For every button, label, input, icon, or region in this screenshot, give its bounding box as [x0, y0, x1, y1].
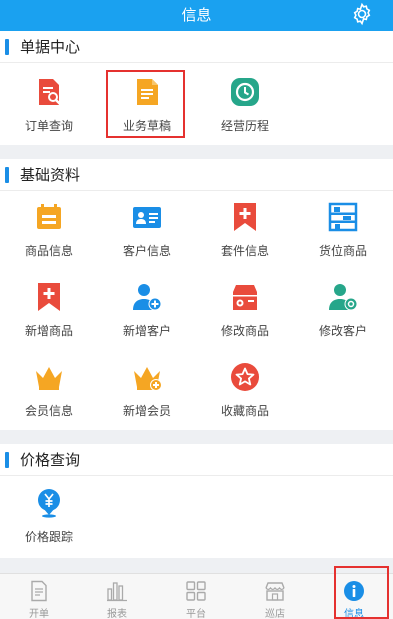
section-accent-bar	[5, 39, 9, 55]
section-divider	[0, 430, 393, 444]
price-location-icon	[38, 489, 60, 518]
tile-add-product[interactable]: 新增商品	[0, 282, 98, 352]
order-query-icon	[39, 79, 62, 106]
tab-label: 开单	[29, 609, 49, 619]
bookmark-plus-icon	[38, 283, 60, 311]
tab-label: 平台	[186, 609, 206, 619]
section-accent-bar	[5, 167, 9, 183]
tile-location-products[interactable]: 货位商品	[294, 202, 392, 272]
customer-card-icon	[133, 207, 161, 228]
edit-product-box-icon	[233, 285, 257, 310]
settings-gear-icon[interactable]	[350, 2, 374, 26]
tile-label: 收藏商品	[220, 404, 269, 418]
section-title-price: 价格查询	[20, 451, 81, 469]
tile-add-customer[interactable]: 新增客户	[98, 282, 196, 352]
crown-add-icon	[134, 367, 162, 391]
crown-icon	[36, 367, 62, 390]
tile-kit-info[interactable]: 套件信息	[196, 202, 294, 272]
tile-label: 订单查询	[24, 119, 73, 133]
tile-edit-product[interactable]: 修改商品	[196, 282, 294, 352]
tile-business-history[interactable]: 经营历程	[196, 77, 294, 147]
tile-edit-customer[interactable]: 修改客户	[294, 282, 392, 352]
section-title-orders: 单据中心	[20, 38, 81, 56]
app-header: 信息	[0, 0, 393, 31]
tile-label: 价格跟踪	[24, 530, 73, 544]
section-title-basics: 基础资料	[20, 166, 81, 184]
tile-add-member[interactable]: 新增会员	[98, 362, 196, 432]
tile-order-query[interactable]: 订单查询	[0, 77, 98, 147]
tile-customer-info[interactable]: 客户信息	[98, 202, 196, 272]
section-header-orders: 单据中心	[0, 31, 393, 63]
tile-label: 新增客户	[122, 324, 171, 338]
user-settings-icon	[329, 284, 358, 311]
shelf-icon	[328, 202, 358, 232]
section-header-basics: 基础资料	[0, 159, 393, 191]
tile-product-info[interactable]: 商品信息	[0, 202, 98, 272]
tile-label: 修改客户	[318, 324, 367, 338]
user-add-icon	[133, 284, 162, 311]
highlight-box	[334, 566, 389, 619]
bar-chart-icon	[107, 582, 127, 602]
section-header-price: 价格查询	[0, 444, 393, 476]
grid-icon	[186, 581, 206, 601]
tile-label: 修改商品	[220, 324, 269, 338]
page-title: 信息	[181, 6, 212, 24]
clock-history-icon	[231, 78, 259, 106]
tile-favorite-products[interactable]: 收藏商品	[196, 362, 294, 432]
tab-store-patrol[interactable]: 巡店	[236, 574, 314, 619]
tab-reports[interactable]: 报表	[78, 574, 156, 619]
star-favorite-icon	[231, 363, 259, 391]
section-accent-bar	[5, 452, 9, 468]
tab-billing[interactable]: 开单	[0, 574, 78, 619]
store-icon	[265, 582, 285, 601]
tile-label: 新增商品	[24, 324, 73, 338]
tile-label: 经营历程	[220, 119, 269, 133]
tile-member-info[interactable]: 会员信息	[0, 362, 98, 432]
section-divider	[0, 145, 393, 159]
tile-label: 套件信息	[220, 244, 269, 258]
tab-label: 巡店	[265, 609, 285, 619]
tile-label: 货位商品	[318, 244, 367, 258]
bookmark-plus-icon	[234, 203, 256, 231]
tile-price-tracking[interactable]: 价格跟踪	[0, 488, 98, 558]
highlight-box	[106, 70, 185, 138]
tile-label: 客户信息	[122, 244, 171, 258]
product-calendar-icon	[37, 204, 61, 229]
tile-label: 商品信息	[24, 244, 73, 258]
document-icon	[31, 580, 47, 602]
tile-label: 会员信息	[24, 404, 73, 418]
tab-label: 报表	[107, 609, 127, 619]
tab-platform[interactable]: 平台	[157, 574, 235, 619]
tile-label: 新增会员	[122, 404, 171, 418]
